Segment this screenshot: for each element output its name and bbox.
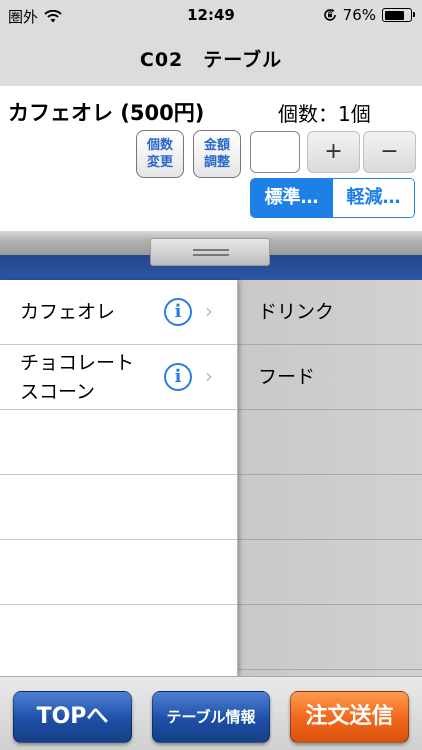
battery-percent: 76% <box>342 6 376 24</box>
menu-empty-row <box>0 540 238 605</box>
category-empty-row <box>238 410 422 475</box>
chevron-right-icon: › <box>205 299 213 323</box>
selected-item-name: カフェオレ (500円) <box>8 101 205 125</box>
info-icon[interactable]: i <box>164 298 192 326</box>
nav-bar: C02 テーブル <box>0 30 422 86</box>
increment-button[interactable]: + <box>307 131 360 173</box>
category-empty-row <box>238 540 422 605</box>
send-order-button[interactable]: 注文送信 <box>290 691 409 743</box>
category-empty-row <box>238 605 422 670</box>
menu-item-label-line1: チョコレート <box>20 352 135 374</box>
battery-icon <box>382 8 415 22</box>
grip-line-icon <box>193 254 229 256</box>
change-quantity-button[interactable]: 個数 変更 <box>136 130 184 178</box>
adjust-price-label-line1: 金額 <box>203 138 230 153</box>
category-item-food[interactable]: フード <box>238 345 422 410</box>
top-button[interactable]: TOPへ <box>13 691 132 743</box>
bottom-toolbar: TOPへ テーブル情報 注文送信 <box>0 676 422 750</box>
quantity-label: 個数：1個 <box>278 102 371 126</box>
adjust-price-button[interactable]: 金額 調整 <box>193 130 241 178</box>
chevron-right-icon: › <box>205 364 213 388</box>
menu-item-chocolate-scone[interactable]: チョコレート スコーン i › <box>0 345 238 410</box>
decrement-button[interactable]: − <box>363 131 416 173</box>
menu-empty-row <box>0 410 238 475</box>
tax-reduced-segment[interactable]: 軽減… <box>332 179 414 217</box>
menu-item-column: カフェオレ i › チョコレート スコーン i › <box>0 280 238 676</box>
menu-item-cafe-au-lait[interactable]: カフェオレ i › <box>0 280 238 345</box>
battery-level <box>384 10 404 20</box>
category-item-drink[interactable]: ドリンク <box>238 280 422 345</box>
orientation-lock-icon <box>323 8 336 21</box>
menu-empty-row <box>0 605 238 670</box>
change-quantity-label-line2: 変更 <box>146 155 173 170</box>
tax-standard-segment[interactable]: 標準… <box>251 179 332 217</box>
adjust-price-label-line2: 調整 <box>203 155 230 170</box>
change-quantity-label-line1: 個数 <box>146 138 173 153</box>
info-icon[interactable]: i <box>164 363 192 391</box>
grip-line-icon <box>193 249 229 251</box>
tax-rate-toggle: 標準… 軽減… <box>250 178 415 218</box>
category-empty-row <box>238 475 422 540</box>
menu-empty-row <box>0 475 238 540</box>
status-right: 76% <box>323 6 415 24</box>
table-info-button[interactable]: テーブル情報 <box>152 691 270 743</box>
status-bar: 圏外 12:49 76% <box>0 0 422 30</box>
quantity-input[interactable] <box>250 131 300 173</box>
menu-item-label-line2: スコーン <box>20 381 96 403</box>
menu-item-label: カフェオレ <box>20 301 116 323</box>
splitter-handle[interactable] <box>150 238 270 266</box>
page-title: C02 テーブル <box>139 49 283 71</box>
